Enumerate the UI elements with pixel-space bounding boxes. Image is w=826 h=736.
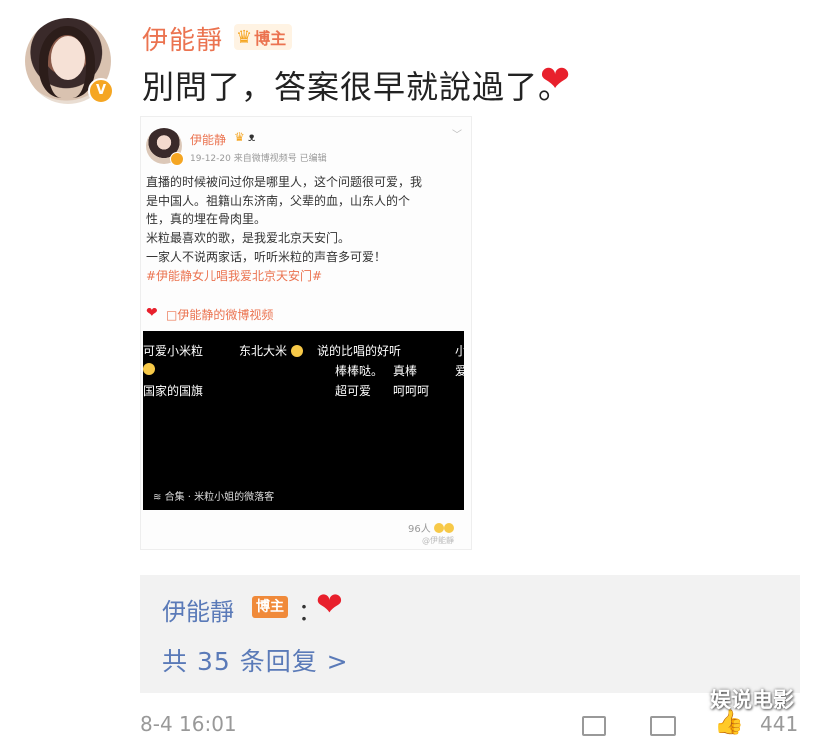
site-watermark: 娱说电影 (710, 688, 794, 712)
reply-username[interactable]: 伊能靜 (162, 592, 234, 627)
embedded-username: 伊能静 (190, 133, 227, 147)
body-line: 一家人不说两家话，听听米粒的声音多可爱！ (146, 249, 387, 264)
body-line: 直播的时候被问过你是哪里人，这个问题很可爱，我 (146, 175, 423, 189)
blogger-badge: ♛ 博主 (234, 24, 293, 50)
crown-icon: ♛ (236, 26, 253, 48)
danmaku-comment: 棒棒哒。 (335, 364, 384, 378)
body-line: 性，真的埋在骨肉里。 (146, 212, 267, 227)
danmaku-comment: 呵呵呵 (393, 384, 430, 398)
username[interactable]: 伊能靜 (142, 20, 223, 57)
heart-icon: ❤ (146, 305, 158, 321)
chevron-down-icon: ﹀ (452, 130, 462, 141)
video-link: □伊能静的微博视频 (166, 308, 274, 322)
reply-count-link[interactable]: 共 35 条回复 > (162, 642, 349, 678)
share-icon[interactable] (582, 716, 606, 736)
post-text: 別問了，答案很早就說過了。 (142, 68, 572, 106)
comment-icon[interactable] (650, 716, 676, 736)
video-player: 可爱小米粒 东北大米 说的比唱的好听 小 棒棒哒。 真棒 爱 国家的国旗 超可爱… (143, 331, 464, 510)
post-time: 8-4 16:01 (140, 712, 237, 736)
verified-icon: V (88, 78, 114, 104)
danmaku-comment: 爱 (455, 364, 464, 378)
embedded-meta: 19-12-20 来自微博视频号 已编辑 (190, 154, 327, 164)
heart-icon: ❤ (540, 59, 571, 100)
emoji-icon (443, 523, 454, 533)
view-count: 96人 (408, 520, 454, 535)
panda-icon: ᴥ (248, 130, 256, 144)
danmaku-comment: 国家的国旗 (143, 384, 204, 398)
danmaku-text: 东北大米 (239, 344, 288, 358)
embedded-watermark: @伊能靜 (422, 536, 454, 545)
badge-label: 博主 (254, 29, 287, 48)
danmaku-comment: 东北大米 (239, 342, 303, 359)
hashtag: #伊能静女儿唱我爱北京天安门# (146, 268, 323, 283)
danmaku-comment: 真棒 (393, 364, 418, 378)
video-collection-label: ≋ 合集 · 米粒小姐的微落客 (153, 492, 275, 503)
reply-badge: 博主 (252, 596, 288, 618)
embedded-post-body: 直播的时候被问过你是哪里人，这个问题很可爱，我 是中国人。祖籍山东济南，父辈的血… (146, 173, 464, 285)
danmaku-comment: 说的比唱的好听 (317, 344, 402, 358)
like-count: 441 (760, 712, 799, 736)
smile-icon (143, 362, 155, 376)
avatar-face (51, 36, 85, 80)
embedded-crown-icon: ♛ (234, 130, 245, 144)
embedded-verified-icon (170, 152, 184, 166)
smile-icon (290, 345, 303, 357)
layers-icon: ≋ (153, 492, 162, 503)
body-line: 是中国人。祖籍山东济南，父辈的血，山东人的个 (146, 193, 411, 208)
heart-icon: ❤ (316, 585, 343, 623)
danmaku-comment: 小 (455, 344, 464, 358)
emoji-icon (433, 523, 444, 533)
danmaku-comment: 超可爱 (335, 384, 372, 398)
danmaku-comment: 可爱小米粒 (143, 344, 204, 358)
body-line: 米粒最喜欢的歌，是我爱北京天安门。 (146, 231, 351, 246)
